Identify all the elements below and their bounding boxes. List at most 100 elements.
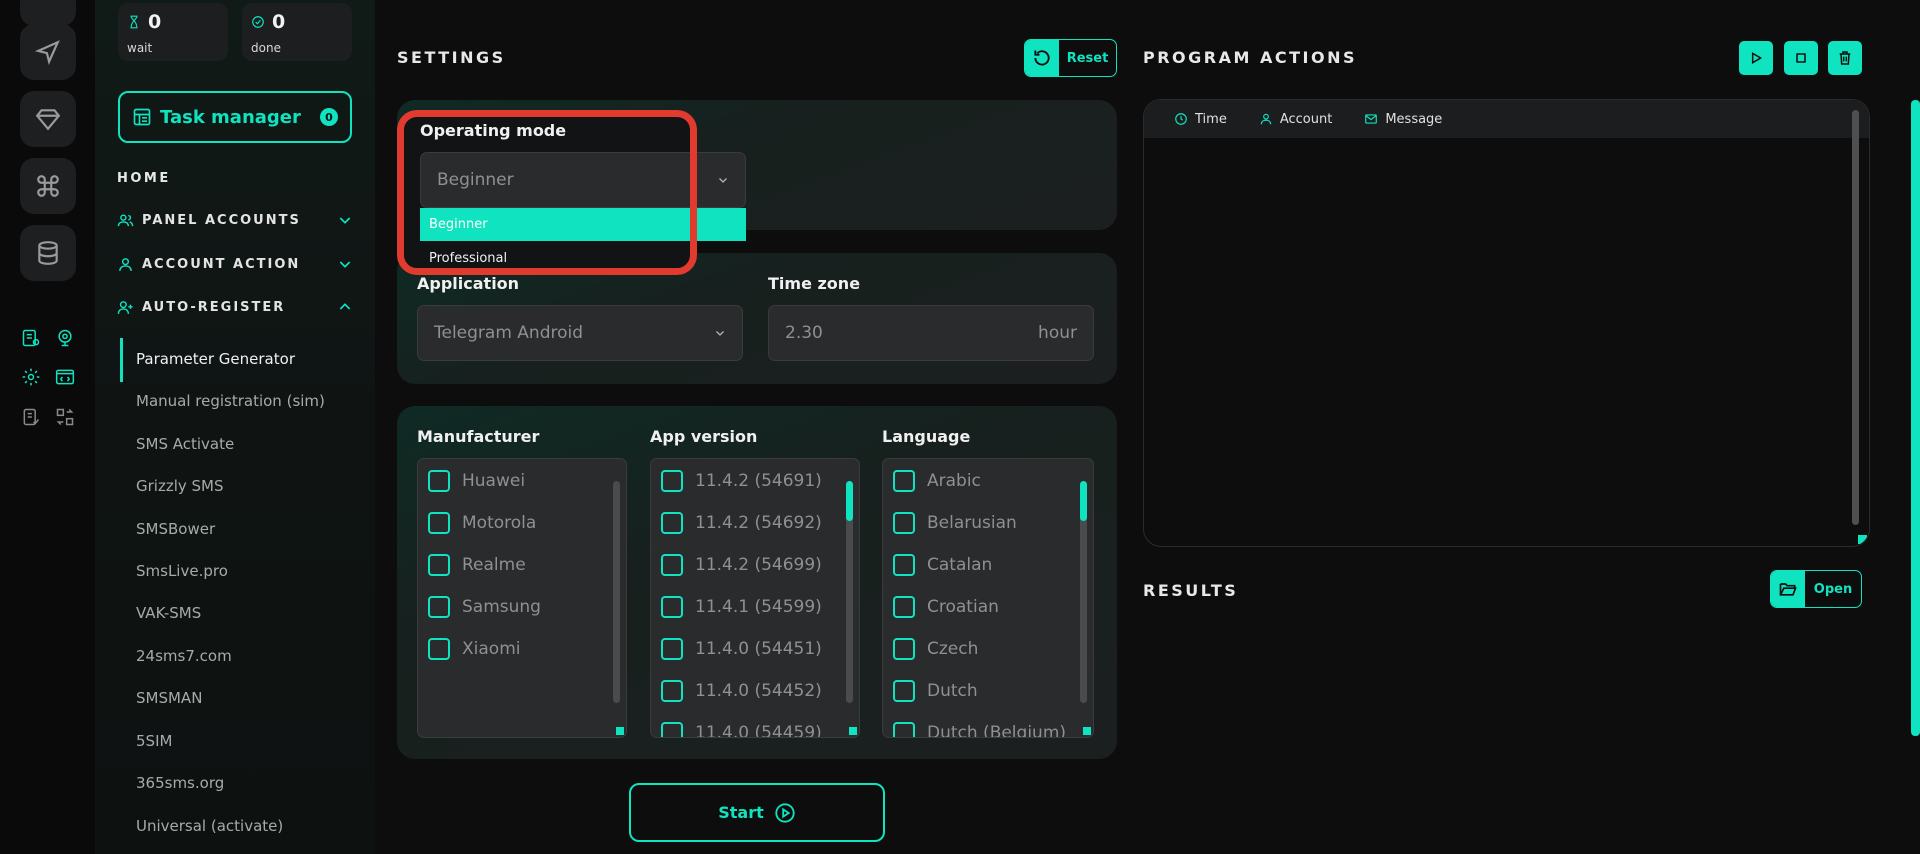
sub-item-manual-registration[interactable]: Manual registration (sim) (136, 392, 325, 410)
resize-handle[interactable] (849, 727, 857, 735)
time-column-header[interactable]: Time (1174, 112, 1227, 127)
program-actions-log[interactable]: Time Account Message (1143, 99, 1870, 547)
list-item[interactable]: Arabic (893, 469, 981, 493)
time-zone-input[interactable]: 2.30 hour (768, 305, 1094, 361)
nav-account-action[interactable]: ACCOUNT ACTION (117, 252, 353, 276)
list-item[interactable]: Croatian (893, 595, 999, 619)
task-manager-button[interactable]: Task manager 0 (118, 91, 352, 143)
rail-code-window-button[interactable] (54, 366, 76, 388)
list-item[interactable]: Realme (428, 553, 526, 577)
checkbox[interactable] (893, 596, 915, 618)
chevron-down-icon (339, 217, 351, 224)
hourglass-icon (130, 15, 138, 29)
list-item[interactable]: 11.4.0 (54452) (661, 679, 822, 703)
page-scrollbar[interactable] (1911, 100, 1920, 736)
mail-icon (1365, 114, 1378, 124)
message-column-header[interactable]: Message (1364, 112, 1442, 127)
resize-handle[interactable] (1083, 727, 1091, 735)
list-item[interactable]: Dutch (893, 679, 978, 703)
application-select[interactable]: Telegram Android (417, 305, 743, 361)
scrollbar-thumb[interactable] (1080, 481, 1087, 521)
checkbox[interactable] (893, 554, 915, 576)
checkbox[interactable] (661, 596, 683, 618)
nav-auto-register[interactable]: AUTO-REGISTER (117, 295, 353, 319)
language-list[interactable]: Arabic Belarusian Catalan Croatian Czech… (882, 458, 1094, 738)
list-item[interactable]: 11.4.0 (54459) (661, 721, 822, 737)
rail-send-button[interactable] (20, 24, 76, 80)
checkbox[interactable] (428, 554, 450, 576)
list-item[interactable]: Belarusian (893, 511, 1017, 535)
checkbox[interactable] (893, 638, 915, 660)
checkbox[interactable] (661, 638, 683, 660)
checkbox[interactable] (893, 470, 915, 492)
rail-list-settings-button[interactable] (20, 327, 42, 349)
start-button[interactable]: Start (629, 783, 885, 842)
rail-database-button[interactable] (20, 225, 76, 281)
rail-checklist-button[interactable] (20, 406, 42, 428)
resize-handle[interactable] (616, 727, 624, 735)
scrollbar[interactable] (1852, 110, 1859, 525)
sub-item-smsbower[interactable]: SMSBower (136, 520, 215, 538)
list-item[interactable]: Xiaomi (428, 637, 520, 661)
list-item[interactable]: 11.4.2 (54692) (661, 511, 822, 535)
scrollbar-thumb[interactable] (846, 481, 853, 521)
checkbox[interactable] (893, 512, 915, 534)
delete-button[interactable] (1828, 41, 1862, 75)
list-item[interactable]: Huawei (428, 469, 525, 493)
app-version-list[interactable]: 11.4.2 (54691) 11.4.2 (54692) 11.4.2 (54… (650, 458, 860, 738)
rail-swap-button[interactable] (54, 406, 76, 428)
stop-button[interactable] (1784, 41, 1818, 75)
manufacturer-list[interactable]: Huawei Motorola Realme Samsung Xiaomi (417, 458, 627, 738)
sub-item-parameter-generator[interactable]: Parameter Generator (136, 350, 295, 368)
checkbox[interactable] (428, 638, 450, 660)
sub-item-smslive[interactable]: SmsLive.pro (136, 562, 228, 580)
sub-item-grizzly-sms[interactable]: Grizzly SMS (136, 477, 224, 495)
manufacturer-label: Manufacturer (417, 427, 540, 446)
sub-item-universal-activate[interactable]: Universal (activate) (136, 817, 283, 835)
nav-panel-accounts[interactable]: PANEL ACCOUNTS (117, 208, 353, 232)
open-results-button[interactable]: Open (1770, 570, 1862, 608)
account-column-header[interactable]: Account (1259, 112, 1332, 127)
list-item[interactable]: 11.4.0 (54451) (661, 637, 822, 661)
nav-home[interactable]: HOME (117, 171, 171, 186)
checkbox[interactable] (428, 470, 450, 492)
sub-item-5sim[interactable]: 5SIM (136, 732, 172, 750)
list-item[interactable]: 11.4.2 (54691) (661, 469, 822, 493)
send-icon (35, 40, 60, 65)
resize-handle[interactable] (1858, 535, 1867, 544)
list-item[interactable]: Samsung (428, 595, 541, 619)
rail-command-button[interactable] (20, 158, 76, 214)
sub-item-365sms[interactable]: 365sms.org (136, 774, 224, 792)
rail-webcam-button[interactable] (54, 327, 76, 349)
operating-mode-option-professional[interactable]: Professional (420, 242, 746, 275)
checkbox[interactable] (428, 596, 450, 618)
operating-mode-select[interactable]: Beginner (420, 152, 746, 208)
list-item[interactable]: 11.4.2 (54699) (661, 553, 822, 577)
operating-mode-option-beginner[interactable]: Beginner (420, 208, 746, 241)
checkbox[interactable] (661, 512, 683, 534)
checkbox[interactable] (661, 722, 683, 737)
reset-button[interactable]: Reset (1024, 39, 1117, 77)
sub-item-sms-activate[interactable]: SMS Activate (136, 435, 234, 453)
checkbox[interactable] (661, 680, 683, 702)
rail-top-button[interactable] (20, 0, 76, 26)
list-item[interactable]: Czech (893, 637, 978, 661)
sub-item-24sms7[interactable]: 24sms7.com (136, 647, 232, 665)
run-button[interactable] (1739, 41, 1773, 75)
sub-item-smsman[interactable]: SMSMAN (136, 689, 202, 707)
rail-settings-button[interactable] (20, 366, 42, 388)
list-item[interactable]: 11.4.1 (54599) (661, 595, 822, 619)
icon-rail (0, 0, 95, 854)
list-item[interactable]: Motorola (428, 511, 536, 535)
sub-item-vak-sms[interactable]: VAK-SMS (136, 604, 201, 622)
play-circle-icon (775, 802, 795, 823)
list-item[interactable]: Dutch (Belgium) (893, 721, 1066, 737)
list-item[interactable]: Catalan (893, 553, 992, 577)
checkbox[interactable] (661, 554, 683, 576)
checkbox[interactable] (661, 470, 683, 492)
scrollbar[interactable] (613, 481, 620, 703)
checkbox[interactable] (428, 512, 450, 534)
checkbox[interactable] (893, 680, 915, 702)
checkbox[interactable] (893, 722, 915, 737)
rail-diamond-button[interactable] (20, 91, 76, 147)
